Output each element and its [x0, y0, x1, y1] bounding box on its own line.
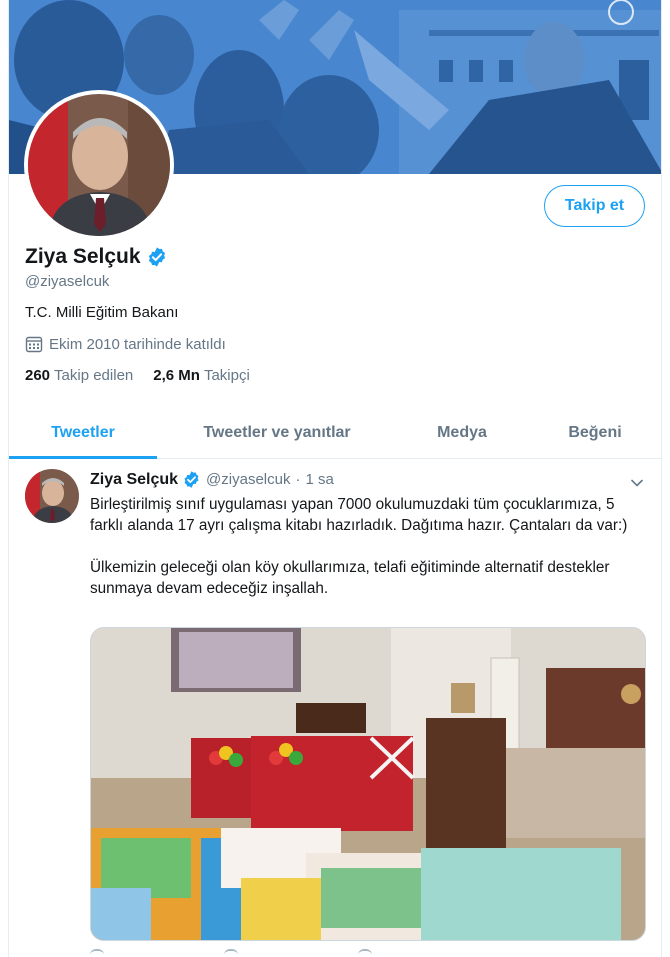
avatar-photo [28, 94, 170, 236]
verified-badge-icon [184, 471, 199, 488]
tweet-paragraph-1: Birleştirilmiş sınıf uygulaması yapan 70… [90, 496, 628, 534]
tweet-actions [90, 949, 590, 957]
tab-tweets[interactable]: Tweetler [9, 407, 157, 459]
like-icon[interactable] [358, 949, 372, 955]
chevron-down-icon[interactable] [629, 475, 645, 491]
tweet-separator: · [295, 471, 301, 488]
tab-likes[interactable]: Beğeni [527, 407, 661, 458]
tweet-header: Ziya Selçuk @ziyaselcuk · 1 sa [90, 470, 334, 489]
tweet-avatar-photo [25, 469, 79, 523]
retweet-icon[interactable] [224, 949, 238, 955]
follow-button[interactable]: Takip et [544, 185, 645, 227]
profile-handle: @ziyaselcuk [25, 273, 110, 290]
profile-bio: T.C. Milli Eğitim Bakanı [25, 304, 179, 321]
tweet-paragraph-2: Ülkemizin geleceği olan köy okullarımıza… [90, 559, 610, 597]
profile-stats: 260 Takip edilen 2,6 Mn Takipçi [25, 367, 270, 384]
profile-name-row: Ziya Selçuk [25, 245, 168, 269]
profile-avatar[interactable] [24, 90, 174, 240]
followers-label: Takipçi [203, 367, 250, 384]
joined-text: Ekim 2010 tarihinde katıldı [49, 335, 226, 353]
media-photo [91, 628, 645, 940]
following-label: Takip edilen [54, 367, 134, 384]
followers-count: 2,6 Mn [153, 367, 200, 384]
tweet-author-avatar[interactable] [25, 469, 79, 523]
tweet[interactable]: Ziya Selçuk @ziyaselcuk · 1 sa Birleştir… [9, 459, 661, 957]
tweet-timestamp[interactable]: 1 sa [305, 471, 333, 488]
profile-joined: Ekim 2010 tarihinde katıldı [25, 335, 226, 353]
tweet-text: Birleştirilmiş sınıf uygulaması yapan 70… [90, 494, 650, 620]
verified-badge-icon [148, 247, 165, 267]
profile-page: Takip et Ziya Selçuk @ziyaselcuk T.C. Mi… [8, 0, 662, 957]
following-stat[interactable]: 260 Takip edilen [25, 367, 133, 384]
tab-media[interactable]: Medya [397, 407, 527, 458]
reply-icon[interactable] [90, 949, 104, 955]
tweet-author-handle[interactable]: @ziyaselcuk [206, 471, 290, 488]
tweet-author-name[interactable]: Ziya Selçuk [90, 471, 178, 489]
profile-tabs: Tweetler Tweetler ve yanıtlar Medya Beğe… [9, 407, 661, 459]
tweet-media-image[interactable] [90, 627, 646, 941]
calendar-icon [25, 336, 43, 353]
profile-display-name: Ziya Selçuk [25, 245, 141, 268]
following-count: 260 [25, 367, 51, 384]
followers-stat[interactable]: 2,6 Mn Takipçi [153, 367, 250, 384]
tab-tweets-and-replies[interactable]: Tweetler ve yanıtlar [157, 407, 397, 458]
